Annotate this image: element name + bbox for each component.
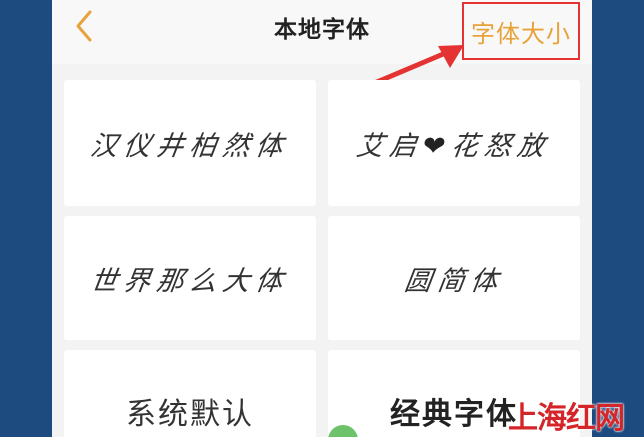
screenshot-frame: 本地字体 字体大小 汉仪井柏然体 艾启❤花怒放 世界那么大体 圆简体 系统默认 … (0, 0, 644, 437)
font-card-label: 圆简体 (401, 265, 506, 297)
font-card-label: 经典字体 (390, 397, 518, 432)
font-card-hanyi-jingboran[interactable]: 汉仪井柏然体 (64, 80, 316, 206)
font-card-system-default[interactable]: 系统默认 (64, 350, 316, 437)
font-card-label: 系统默认 (126, 397, 254, 432)
font-card-aiqi-huanufang[interactable]: 艾启❤花怒放 (328, 80, 580, 206)
font-card-label: 汉仪井柏然体 (88, 130, 291, 162)
font-card-yuanjian[interactable]: 圆简体 (328, 216, 580, 340)
font-card-label-left: 艾启 (354, 130, 425, 162)
font-card-label: 艾启❤花怒放 (354, 124, 553, 163)
font-size-button[interactable]: 字体大小 (462, 2, 580, 60)
font-card-shijie-namoda[interactable]: 世界那么大体 (64, 216, 316, 340)
watermark-logo: 上海红网 (508, 401, 625, 436)
phone-screen: 本地字体 字体大小 汉仪井柏然体 艾启❤花怒放 世界那么大体 圆简体 系统默认 … (52, 0, 592, 437)
font-card-label: 世界那么大体 (88, 265, 291, 297)
font-card-label-right: 花怒放 (449, 130, 553, 162)
top-navigation-bar: 本地字体 字体大小 (52, 0, 592, 64)
